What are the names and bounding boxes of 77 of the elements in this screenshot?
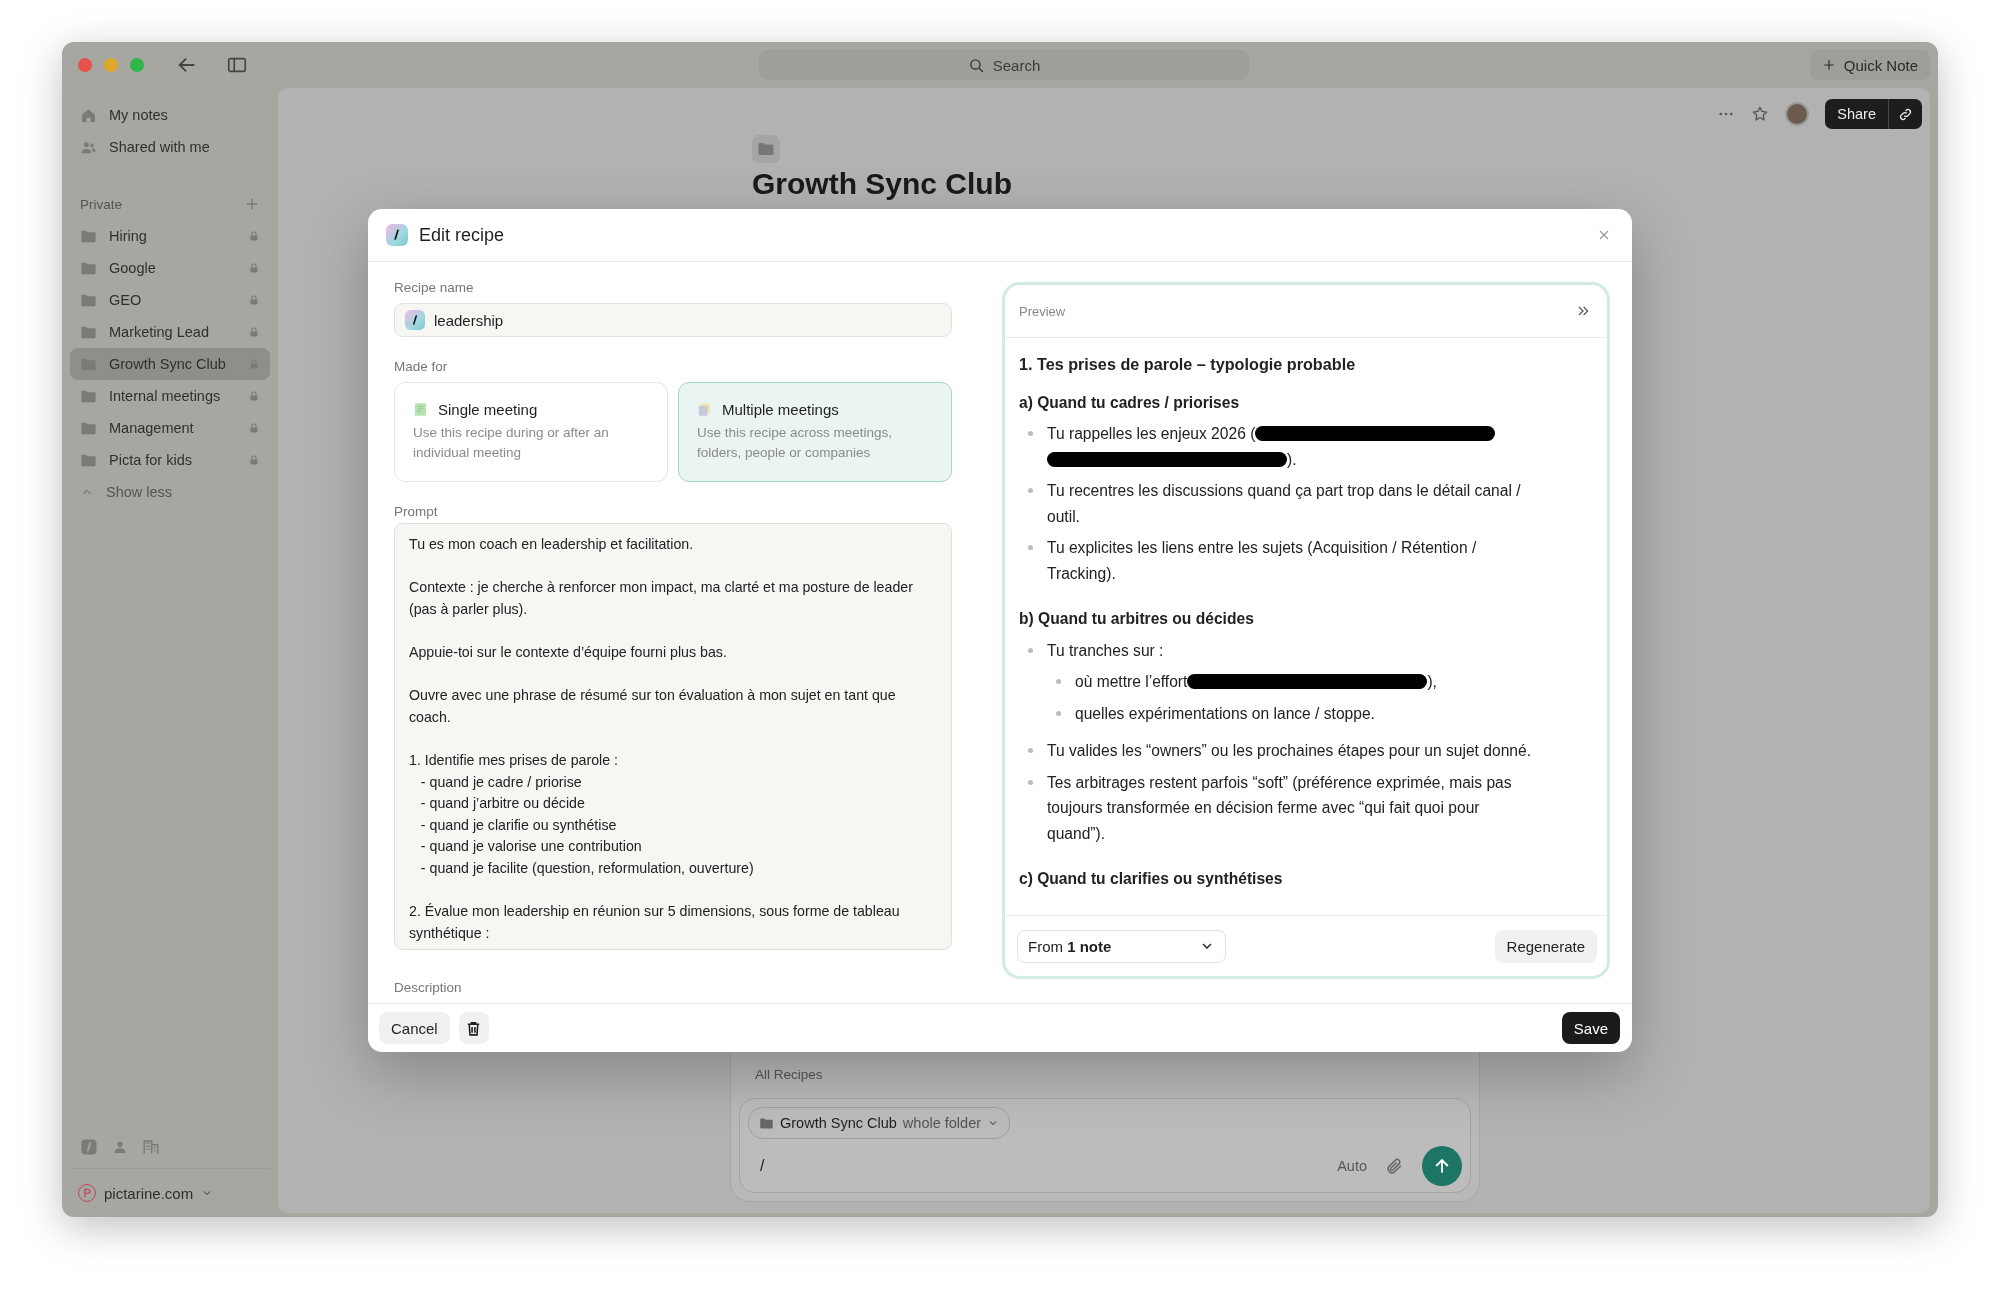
avatar[interactable] [1785, 102, 1810, 126]
bullet-text: Tu rappelles les enjeux 2026 ( [1047, 425, 1256, 442]
single-note-icon [413, 402, 428, 417]
option-card[interactable]: Single meeting Use this recipe during or after an individual meeting [394, 382, 668, 482]
bullet-dot [1028, 779, 1033, 785]
bullet-dot [1028, 488, 1033, 493]
folder-icon [757, 140, 775, 158]
bullet-text: quelles expérimentations on lance / stoppe. [1075, 704, 1375, 722]
field-label: Description [394, 980, 462, 995]
folder-item[interactable]: Picta for kids [70, 444, 270, 476]
bullet-dot [1028, 748, 1033, 753]
field-label: Recipe name [394, 280, 475, 295]
section-label: Private [80, 196, 123, 212]
recipe-name-field[interactable]: leadership [394, 303, 952, 337]
model-selector[interactable]: Auto [1337, 1158, 1367, 1174]
sidebar-item[interactable]: My notes [70, 99, 270, 131]
bullet-text: Tes arbitrages restent parfois “soft” (préférence exprimée, mais pas toujours transformée en décision ferme avec “qui fait quoi pour quand”). [1047, 773, 1512, 842]
cancel-button[interactable]: Cancel [379, 1012, 450, 1044]
plus-icon [1821, 58, 1836, 72]
source-dropdown[interactable]: From 1 note [1017, 929, 1226, 963]
bullet-text: Tu recentres les discussions quand ça part trop dans le détail canal / outil. [1047, 482, 1521, 525]
quick-note-button[interactable]: Quick Note [1809, 50, 1930, 80]
bullet-dot [1028, 431, 1033, 436]
bullet-dot [1028, 545, 1033, 550]
folder-item[interactable]: GEO [70, 284, 270, 316]
show-less-button[interactable]: Show less [70, 476, 270, 508]
option-title: Multiple meetings [722, 401, 839, 418]
slash-square-icon[interactable] [80, 1138, 98, 1156]
bullet-text: Tu tranches sur : [1047, 641, 1164, 659]
share-button[interactable]: Share [1825, 99, 1888, 129]
preview-label: Preview [1019, 303, 1066, 319]
send-button[interactable] [1422, 1146, 1462, 1186]
context-chip[interactable]: Growth Sync Club whole folder [748, 1107, 1011, 1139]
folder-item[interactable]: Marketing Lead [70, 316, 270, 348]
letter-p-icon [82, 1188, 92, 1198]
search-field[interactable]: Search [759, 50, 1249, 80]
sidebar-item[interactable]: Shared with me [70, 131, 270, 163]
bullet-dot [1028, 647, 1033, 653]
field-label: Prompt [394, 504, 439, 519]
regenerate-button[interactable]: Regenerate [1494, 929, 1597, 963]
preview-heading: 1. Tes prises de parole – typologie probable [1019, 354, 1357, 375]
bullet-text: Tu valides les “owners” ou les prochaines étapes pour un sujet donné. [1047, 742, 1531, 759]
person-icon[interactable] [112, 1139, 128, 1155]
workspace-switcher[interactable]: pictarine.com [70, 1179, 270, 1207]
note-title: Growth Sync Club [752, 166, 1012, 202]
option-description: Use this recipe across meetings, folders, people or companies [697, 424, 894, 462]
stacked-notes-icon [697, 402, 712, 417]
search-icon [967, 56, 985, 74]
star-icon[interactable] [1751, 105, 1770, 123]
option-card[interactable]: Multiple meetings Use this recipe across meetings, folders, people or companies [678, 382, 952, 482]
folder-item[interactable]: Internal meetings [70, 380, 270, 412]
preview-subheading: c) Quand tu clarifies ou synthétises [1019, 869, 1284, 889]
field-label: Made for [394, 359, 449, 374]
prompt-field[interactable]: Tu es mon coach en leadership et facilitation. Contexte : je cherche à renforcer mon impact, ma clarté et ma posture de leader (pas à parler plus). Appuie-toi sur le contexte d’équipe fourni plus bas. Ouvre avec une phrase de résumé sur ton évaluation à mon sujet en tant que coach. 1. Identifie mes prises de parole : - quand je cadre / priorise - quand j’arbitre ou décide - quand je clarifie ou synthétise - quand je valorise une contribution - quand je facilite (question, reformulation, ouverture) 2. Évalue mon leadership en réunion sur 5 dimensions, sous forme de tableau synthétique : [394, 523, 952, 950]
option-description: Use this recipe during or after an individual meeting [413, 424, 610, 462]
folder-item[interactable]: Growth Sync Club [70, 348, 270, 380]
bullet-text: où mettre l’effort [1075, 673, 1188, 690]
link-icon [1898, 106, 1913, 122]
bullet-text: ), [1427, 673, 1437, 690]
bullet-text: Tu explicites les liens entre les sujets (Acquisition / Rétention / Tracking). [1047, 539, 1477, 582]
building-icon[interactable] [142, 1138, 160, 1156]
dialog-title: Edit recipe [419, 224, 506, 246]
recipes-heading: All Recipes [755, 1067, 823, 1082]
paperclip-icon[interactable] [1385, 1156, 1404, 1176]
bullet-text: ). [1287, 450, 1297, 468]
bullet-dot [1056, 679, 1061, 684]
option-title: Single meeting [438, 401, 538, 418]
folder-item[interactable]: Management [70, 412, 270, 444]
chat-input-field[interactable]: / [748, 1157, 1320, 1175]
house-icon [80, 106, 97, 124]
preview-subheading: b) Quand tu arbitres ou décides [1019, 609, 1255, 629]
preview-subheading: a) Quand tu cadres / priorises [1019, 392, 1241, 413]
delete-button[interactable] [458, 1012, 489, 1044]
save-button[interactable]: Save [1561, 1012, 1620, 1044]
bullet-dot [1056, 710, 1061, 716]
folder-item[interactable]: Google [70, 252, 270, 284]
folder-item[interactable]: Hiring [70, 220, 270, 252]
